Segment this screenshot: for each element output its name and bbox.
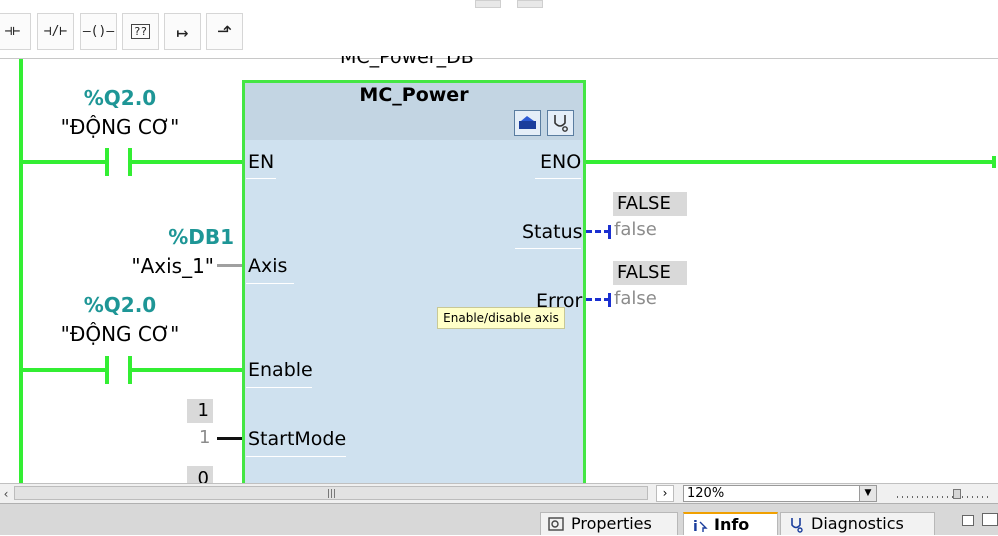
- pin-status[interactable]: Status: [522, 221, 583, 243]
- axis-symbol[interactable]: "Axis_1": [100, 254, 214, 278]
- window-maximize-icon[interactable]: [982, 513, 998, 526]
- coil-button[interactable]: —()—: [80, 13, 117, 50]
- pin-enable[interactable]: Enable: [248, 359, 313, 381]
- error-wire: [586, 298, 610, 301]
- startmode-value-box[interactable]: 1: [187, 399, 213, 423]
- contact2-left-bar[interactable]: [105, 356, 109, 384]
- zoom-slider-ticks: [897, 496, 991, 498]
- rung2-wire-right: [130, 368, 245, 372]
- pin-tooltip: Enable/disable axis: [437, 307, 565, 329]
- open-branch-button[interactable]: ↦: [164, 13, 201, 50]
- tab-diagnostics-label: Diagnostics: [811, 514, 904, 533]
- ladder-toolbar: ⊣⊢ ⊣/⊢ —()— ?? ↦ ⬏: [0, 0, 998, 58]
- splitter-grip-left[interactable]: [475, 0, 501, 8]
- diagnostics-icon: [791, 518, 803, 533]
- scroll-grip-icon: |||: [327, 489, 337, 499]
- zoom-slider[interactable]: [897, 489, 991, 499]
- scroll-right-icon[interactable]: ›: [656, 485, 674, 502]
- info-icon: i: [693, 519, 708, 534]
- status-value-box[interactable]: FALSE: [613, 192, 687, 216]
- contact2-address[interactable]: %Q2.0: [40, 293, 200, 317]
- open-branch-icon: ↦: [176, 19, 189, 44]
- tab-info[interactable]: i Info: [683, 512, 778, 535]
- properties-icon: [548, 517, 564, 531]
- close-branch-icon: ⬏: [216, 21, 233, 42]
- pin-eno-underline: [535, 178, 581, 179]
- block-config-button[interactable]: [514, 110, 541, 136]
- axis-address[interactable]: %DB1: [130, 225, 234, 249]
- next-value-box[interactable]: 0: [187, 466, 213, 483]
- error-wire-end: [608, 293, 611, 307]
- pin-en[interactable]: EN: [248, 151, 274, 173]
- pin-startmode[interactable]: StartMode: [248, 428, 346, 450]
- right-rail-stub: [992, 156, 996, 168]
- window-restore-icon[interactable]: [962, 515, 974, 526]
- startmode-wire: [217, 437, 243, 440]
- chevron-down-icon[interactable]: ▼: [859, 486, 876, 501]
- contact2-symbol[interactable]: "ĐỘNG CƠ": [30, 322, 210, 346]
- splitter-grip-right[interactable]: [517, 0, 543, 8]
- horizontal-scrollbar[interactable]: ‹ ||| ›: [0, 483, 675, 503]
- contact1-left-bar[interactable]: [105, 148, 109, 176]
- rung1-wire-right: [130, 160, 245, 164]
- zoom-value: 120%: [687, 486, 725, 501]
- svg-text:i: i: [693, 519, 698, 534]
- scroll-thumb[interactable]: |||: [14, 486, 648, 500]
- coil-icon: —()—: [82, 24, 115, 39]
- nc-contact-icon: ⊣/⊢: [43, 24, 68, 39]
- nc-contact-button[interactable]: ⊣/⊢: [37, 13, 74, 50]
- tab-properties[interactable]: Properties: [540, 512, 678, 535]
- zoom-select[interactable]: 120% ▼: [683, 485, 877, 502]
- tab-info-label: Info: [714, 515, 750, 534]
- eno-wire: [586, 160, 996, 164]
- block-diagnostics-button[interactable]: [547, 110, 574, 136]
- axis-wire: [217, 264, 243, 267]
- rung1-wire-left: [21, 160, 108, 164]
- block-title: MC_Power: [359, 84, 469, 106]
- pin-status-underline: [515, 248, 581, 249]
- zoom-bar: 120% ▼: [675, 483, 998, 503]
- scroll-left-icon[interactable]: ‹: [0, 485, 12, 503]
- toolbox-icon: [519, 116, 536, 129]
- pin-en-underline: [246, 178, 276, 179]
- status-value: false: [614, 219, 657, 240]
- left-power-rail: [19, 59, 23, 483]
- empty-box-button[interactable]: ??: [122, 13, 159, 50]
- tab-diagnostics[interactable]: Diagnostics: [780, 512, 935, 535]
- contact1-address[interactable]: %Q2.0: [40, 86, 200, 110]
- error-value-box[interactable]: FALSE: [613, 261, 687, 285]
- no-contact-button[interactable]: ⊣⊢: [0, 13, 31, 50]
- error-value: false: [614, 288, 657, 309]
- startmode-value: 1: [199, 427, 211, 448]
- status-wire: [586, 230, 610, 233]
- tab-properties-label: Properties: [571, 514, 652, 533]
- toolbar-divider: [0, 58, 998, 59]
- pin-startmode-underline: [246, 456, 346, 457]
- stethoscope-icon: [554, 115, 568, 132]
- rung2-wire-left: [21, 368, 108, 372]
- pin-enable-underline: [246, 387, 312, 388]
- status-wire-end: [608, 225, 611, 239]
- zoom-slider-thumb[interactable]: [953, 489, 961, 499]
- empty-box-icon: ??: [130, 24, 151, 39]
- pin-eno[interactable]: ENO: [540, 151, 581, 173]
- pin-axis-underline: [246, 283, 294, 284]
- pin-axis[interactable]: Axis: [248, 255, 287, 277]
- close-branch-button[interactable]: ⬏: [206, 13, 243, 50]
- no-contact-icon: ⊣⊢: [4, 24, 21, 39]
- contact1-symbol[interactable]: "ĐỘNG CƠ": [30, 115, 210, 139]
